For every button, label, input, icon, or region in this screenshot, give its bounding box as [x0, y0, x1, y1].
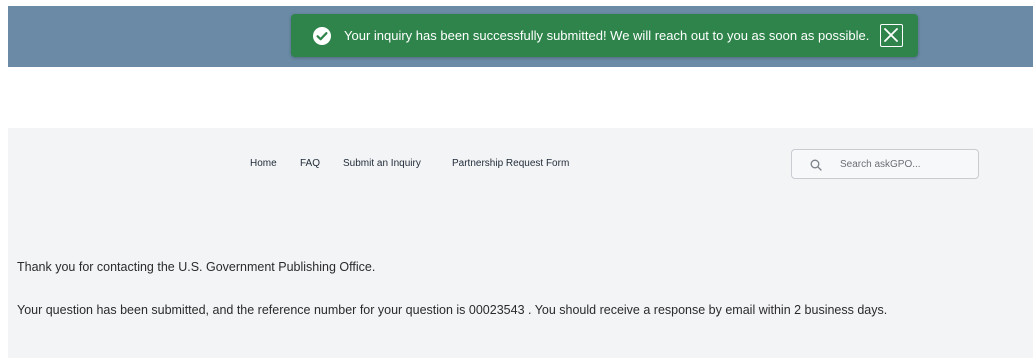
page: Your inquiry has been successfully submi… [0, 0, 1033, 358]
check-circle-icon [312, 26, 332, 46]
success-toast: Your inquiry has been successfully submi… [291, 14, 918, 57]
nav-item-submit-inquiry[interactable]: Submit an Inquiry [343, 158, 421, 169]
nav-item-partnership-request-form[interactable]: Partnership Request Form [452, 158, 569, 169]
toast-message: Your inquiry has been successfully submi… [344, 28, 870, 43]
nav-item-faq[interactable]: FAQ [300, 158, 320, 169]
search-box[interactable] [791, 149, 979, 179]
thank-you-text: Thank you for contacting the U.S. Govern… [17, 260, 376, 274]
close-icon[interactable] [880, 24, 903, 47]
search-input[interactable] [840, 150, 970, 178]
search-icon [810, 158, 822, 171]
confirmation-text: Your question has been submitted, and th… [17, 303, 888, 317]
nav-item-home[interactable]: Home [250, 158, 277, 169]
